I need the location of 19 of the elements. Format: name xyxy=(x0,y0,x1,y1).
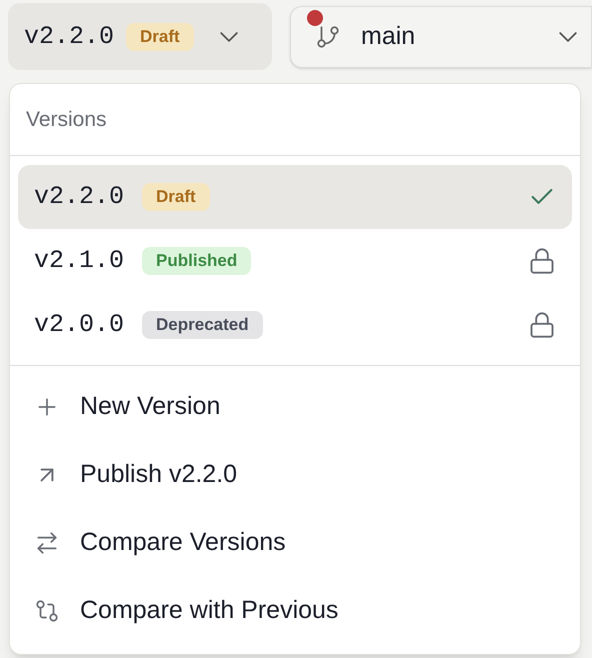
version-item[interactable]: v2.2.0 Draft xyxy=(18,165,572,229)
chevron-down-icon xyxy=(220,32,238,42)
status-badge: Published xyxy=(142,247,252,275)
menu-action[interactable]: Compare Versions xyxy=(34,509,556,577)
chevron-down-icon xyxy=(559,32,577,42)
menu-header: Versions xyxy=(26,106,107,133)
status-badge: Draft xyxy=(126,22,194,50)
status-badge: Deprecated xyxy=(142,311,263,339)
version-item[interactable]: v2.0.0 Deprecated xyxy=(18,293,572,357)
branch-selector[interactable]: main xyxy=(290,6,592,68)
version-selector[interactable]: v2.2.0 Draft xyxy=(8,3,272,70)
compare-icon xyxy=(34,598,60,624)
branch-icon xyxy=(315,24,341,50)
branch-name: main xyxy=(361,21,416,52)
status-badge: Draft xyxy=(142,183,210,211)
menu-action[interactable]: Compare with Previous xyxy=(34,577,556,645)
menu-action[interactable]: New Version xyxy=(34,373,556,441)
version-item[interactable]: v2.1.0 Published xyxy=(18,229,572,293)
menu-action[interactable]: Publish v2.2.0 xyxy=(34,441,556,509)
